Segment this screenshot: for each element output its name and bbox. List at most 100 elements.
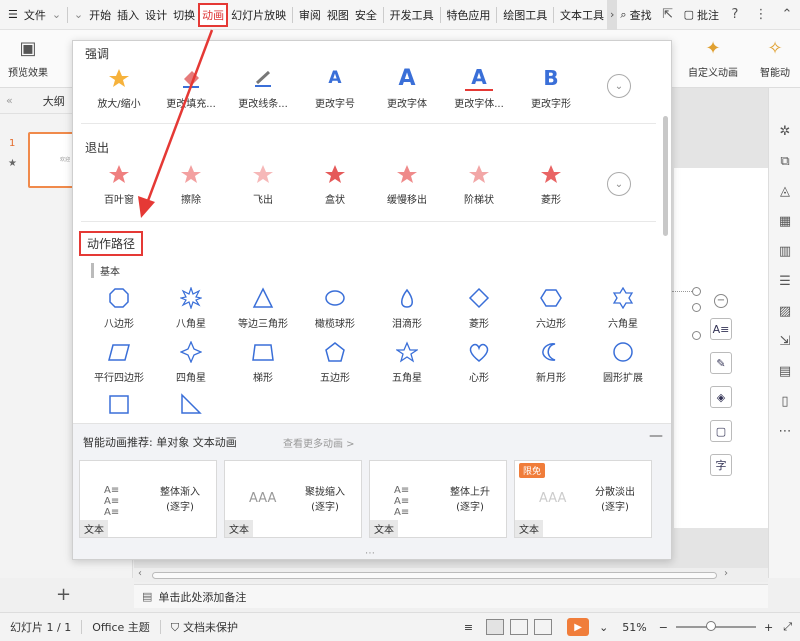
character-icon[interactable]: 字: [710, 454, 732, 476]
fit-window-icon[interactable]: ⤢: [775, 620, 800, 634]
zoom-slider[interactable]: [675, 621, 756, 631]
path-4-point-star[interactable]: 四角星: [155, 339, 227, 384]
expand-emphasis-icon[interactable]: ⌄: [607, 74, 631, 98]
path-8-point-star[interactable]: 八角星: [155, 285, 227, 330]
normal-view-icon[interactable]: [486, 619, 505, 635]
tab-text-tools[interactable]: 文本工具: [557, 0, 607, 30]
path-circle-expand[interactable]: 圆形扩展: [587, 339, 659, 384]
resize-handle[interactable]: [692, 331, 701, 340]
tab-transition[interactable]: 切换: [170, 0, 198, 30]
collapse-icon[interactable]: —: [649, 428, 663, 444]
path-football[interactable]: 橄榄球形: [299, 285, 371, 330]
tab-security[interactable]: 安全: [352, 0, 380, 30]
copy-style-icon[interactable]: ⧉: [769, 146, 800, 176]
document-icon[interactable]: ▤: [769, 356, 800, 386]
anim-change-font-style[interactable]: B 更改字形: [515, 65, 587, 110]
path-pentagon[interactable]: 五边形: [299, 339, 371, 384]
menu-collapse-icon[interactable]: ☰: [0, 0, 21, 30]
help-icon[interactable]: ?: [722, 0, 748, 30]
smart-card-gather-in[interactable]: AAA 聚拢缩入 (逐字) 文本: [224, 460, 362, 538]
view-more-link[interactable]: 查看更多动画 >: [283, 435, 355, 450]
fill-icon[interactable]: ◈: [710, 386, 732, 408]
search-button[interactable]: ⌕ 查找: [617, 0, 654, 30]
horizontal-scrollbar[interactable]: ‹ ›: [134, 568, 768, 582]
collapse-ribbon-icon[interactable]: ⌃: [774, 0, 800, 30]
smart-animation-button[interactable]: ✧ 智能动: [760, 36, 790, 80]
path-hexagon[interactable]: 六边形: [515, 285, 587, 330]
add-slide-icon[interactable]: +: [56, 584, 71, 605]
tab-outline[interactable]: 大纲: [43, 93, 65, 109]
path-6-point-star[interactable]: 六角星: [587, 285, 659, 330]
collapse-pane-icon[interactable]: «: [6, 94, 13, 107]
anim-wipe[interactable]: 擦除: [155, 161, 227, 206]
scroll-right-icon[interactable]: ›: [724, 568, 728, 579]
protect-status[interactable]: ⛉ 文档未保护: [161, 619, 248, 635]
reading-view-icon[interactable]: [534, 619, 553, 635]
pen-icon[interactable]: ✎: [710, 352, 732, 374]
zoom-out-icon[interactable]: −: [657, 621, 670, 634]
zoom-in-icon[interactable]: +: [762, 621, 775, 634]
shape-icon[interactable]: ◬: [769, 176, 800, 206]
settings-icon[interactable]: ☰: [769, 266, 800, 296]
play-button[interactable]: ▶: [567, 618, 590, 636]
anim-fly-out[interactable]: 飞出: [227, 161, 299, 206]
anim-change-font[interactable]: A 更改字体: [371, 65, 443, 111]
smart-card-rise[interactable]: A≡ A≡ A≡ 整体上升 (逐字) 文本: [369, 460, 507, 538]
path-heart[interactable]: 心形: [443, 339, 515, 384]
panel-scrollbar[interactable]: [663, 116, 668, 236]
slide-sorter-icon[interactable]: [510, 619, 529, 635]
play-dropdown-icon[interactable]: ⌄: [595, 621, 612, 634]
export-icon[interactable]: ⇲: [769, 326, 800, 356]
table-icon[interactable]: ▦: [769, 206, 800, 236]
scroll-track[interactable]: [152, 572, 717, 579]
path-right-triangle[interactable]: [155, 391, 227, 421]
image-icon[interactable]: ▨: [769, 296, 800, 326]
smart-card-fade-in[interactable]: A≡ A≡ A≡ 整体渐入 (逐字) 文本: [79, 460, 217, 538]
more-tabs-icon[interactable]: ›: [607, 0, 618, 30]
share-icon[interactable]: ⇱: [655, 0, 681, 30]
menu-file[interactable]: 文件: [21, 0, 49, 30]
expand-exit-icon[interactable]: ⌄: [607, 172, 631, 196]
resize-handle[interactable]: [692, 303, 701, 312]
animation-pane-icon[interactable]: ✲: [769, 116, 800, 146]
expand-menu-icon[interactable]: ⌄: [71, 0, 86, 30]
path-diamond[interactable]: 菱形: [443, 285, 515, 330]
path-parallelogram[interactable]: 平行四边形: [83, 339, 155, 384]
path-equilateral-triangle[interactable]: 等边三角形: [227, 285, 299, 330]
zoom-level[interactable]: 51%: [612, 621, 656, 634]
anim-change-fill[interactable]: 更改填充...: [155, 65, 227, 110]
chart-icon[interactable]: ▥: [769, 236, 800, 266]
path-teardrop[interactable]: 泪滴形: [371, 285, 443, 330]
anim-change-line[interactable]: 更改线条...: [227, 65, 299, 110]
border-icon[interactable]: ▢: [710, 420, 732, 442]
anim-zoom[interactable]: 放大/缩小: [83, 65, 155, 110]
anim-change-font-size[interactable]: A 更改字号: [299, 65, 371, 110]
chevron-down-icon[interactable]: ⌄: [49, 0, 64, 30]
tab-insert[interactable]: 插入: [114, 0, 142, 30]
anim-box[interactable]: 盒状: [299, 161, 371, 206]
minus-icon[interactable]: −: [714, 294, 728, 308]
more-options-icon[interactable]: ⋮: [748, 0, 774, 30]
tab-view[interactable]: 视图: [324, 0, 352, 30]
tab-design[interactable]: 设计: [142, 0, 170, 30]
anim-steps[interactable]: 阶梯状: [443, 161, 515, 206]
path-trapezoid[interactable]: 梯形: [227, 339, 299, 384]
text-style-icon[interactable]: A≡: [710, 318, 732, 340]
preview-effect-button[interactable]: ▣ 预览效果: [8, 36, 48, 80]
smart-card-scatter-out[interactable]: 限免 AAA 分散淡出 (逐字) 文本: [514, 460, 652, 538]
custom-animation-button[interactable]: ✦ 自定义动画: [688, 36, 738, 80]
path-square[interactable]: [83, 391, 155, 421]
tab-drawing-tools[interactable]: 绘图工具: [500, 0, 550, 30]
tab-features[interactable]: 特色应用: [443, 0, 493, 30]
path-crescent[interactable]: 新月形: [515, 339, 587, 384]
path-octagon[interactable]: 八边形: [83, 285, 155, 330]
zoom-knob[interactable]: [705, 621, 716, 631]
scroll-left-icon[interactable]: ‹: [138, 568, 142, 579]
tab-home[interactable]: 开始: [86, 0, 114, 30]
anim-change-font-color[interactable]: A 更改字体...: [443, 65, 515, 110]
tab-slideshow[interactable]: 幻灯片放映: [228, 0, 289, 30]
resize-handle[interactable]: [692, 287, 701, 296]
anim-blinds[interactable]: 百叶窗: [83, 161, 155, 206]
tab-review[interactable]: 审阅: [296, 0, 324, 30]
path-5-point-star[interactable]: 五角星: [371, 339, 443, 384]
